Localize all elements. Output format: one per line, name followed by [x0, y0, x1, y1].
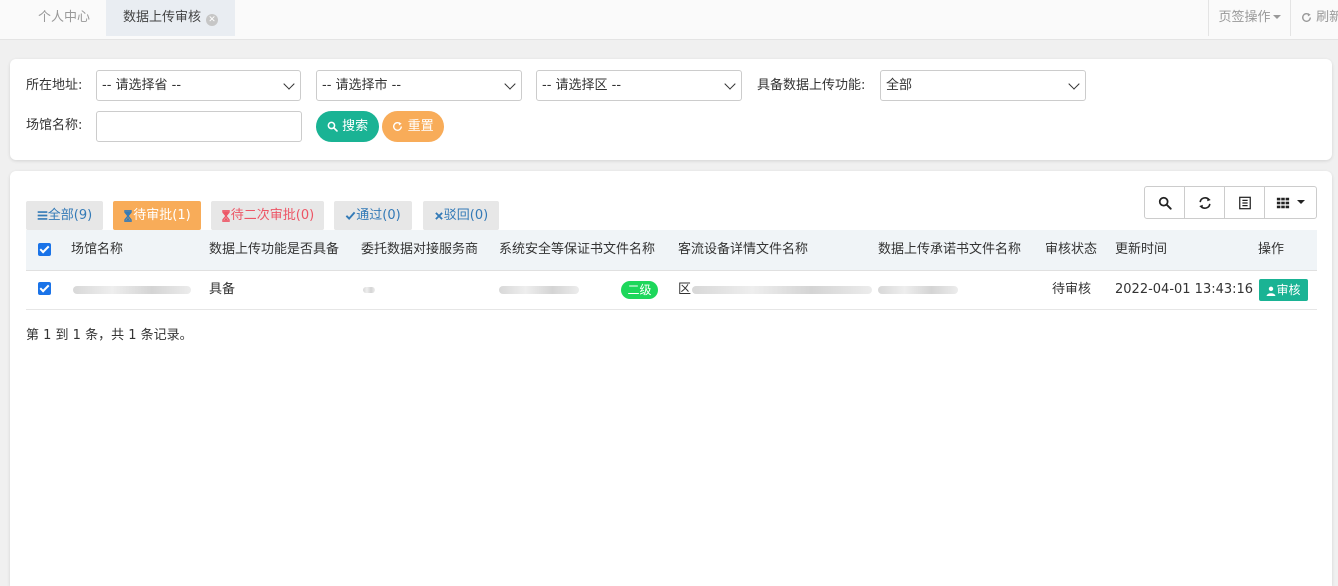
security-level-badge: 二级 [621, 281, 658, 299]
upload-capability-select[interactable]: 全部 [880, 70, 1086, 101]
page-tab-bar: 个人中心 数据上传审核 ✕ 页签操作 刷新 [0, 0, 1338, 40]
tab-personal-center[interactable]: 个人中心 [26, 0, 102, 36]
list-alt-icon [1238, 196, 1251, 209]
refresh-icon [1198, 196, 1211, 209]
refresh-icon [393, 122, 403, 131]
search-button-label: 搜索 [342, 119, 369, 134]
chevron-down-icon [504, 78, 516, 90]
district-value: -- 请选择区 -- [542, 78, 622, 93]
toolbar-search-button[interactable] [1144, 186, 1185, 219]
toolbar-toggle-view-button[interactable] [1224, 186, 1265, 219]
province-value: -- 请选择省 -- [102, 78, 182, 93]
search-button[interactable]: 搜索 [316, 111, 379, 142]
status-tab-label: 通过(0) [356, 208, 401, 223]
venue-name-blurred [73, 286, 191, 294]
status-tab-label: 待二次审批(0) [230, 208, 315, 223]
refresh-label: 刷新 [1316, 10, 1338, 25]
close-icon[interactable]: ✕ [206, 14, 218, 26]
city-select[interactable]: -- 请选择市 -- [316, 70, 522, 101]
column-header[interactable]: 系统安全等保证书文件名称 [499, 230, 655, 270]
tab-label: 个人中心 [37, 10, 90, 25]
status-cell: 待审核 [1052, 282, 1092, 297]
tab-data-upload-review[interactable]: 数据上传审核 ✕ [106, 0, 235, 36]
column-header[interactable]: 场馆名称 [71, 230, 123, 270]
reset-button[interactable]: 重置 [382, 111, 444, 142]
reset-button-label: 重置 [407, 119, 434, 134]
check-icon [345, 211, 356, 220]
venue-name-input[interactable] [96, 111, 302, 142]
device-file-blurred [692, 286, 872, 294]
toolbar-columns-dropdown[interactable] [1264, 186, 1317, 219]
cert-file-blurred [499, 286, 579, 294]
column-header[interactable]: 委托数据对接服务商 [361, 230, 478, 270]
chevron-down-icon [283, 78, 295, 90]
status-tab-all[interactable]: 全部(9) [26, 201, 103, 230]
status-tab-label: 驳回(0) [443, 208, 489, 223]
upload-capability-label: 具备数据上传功能: [757, 78, 866, 93]
audit-button-label: 审核 [1276, 283, 1301, 297]
column-header[interactable]: 审核状态 [1045, 230, 1097, 270]
list-icon [37, 211, 48, 220]
select-all-checkbox[interactable] [38, 243, 51, 256]
updated-time-cell: 2022-04-01 13:43:16 [1115, 282, 1254, 297]
search-icon [327, 121, 338, 132]
promise-file-blurred [878, 286, 958, 294]
hourglass-icon [222, 209, 230, 222]
page-ops-label: 页签操作 [1218, 10, 1271, 25]
table-row[interactable]: 具备 二级 区 待审核 2022-04-01 13:43:16 审核 [26, 271, 1317, 310]
address-label: 所在地址: [26, 78, 83, 93]
has-upload-cell: 具备 [209, 282, 236, 297]
column-header[interactable]: 客流设备详情文件名称 [678, 230, 808, 270]
status-tab-rejected[interactable]: 驳回(0) [423, 201, 499, 230]
chevron-down-icon [1068, 78, 1080, 90]
hourglass-icon [124, 209, 133, 222]
status-tab-second-review[interactable]: 待二次审批(0) [211, 201, 324, 230]
device-file-cell: 区 [678, 282, 692, 297]
status-tab-label: 待审批(1) [133, 208, 191, 223]
caret-down-icon [1272, 15, 1281, 19]
column-header[interactable]: 数据上传承诺书文件名称 [878, 230, 1021, 270]
row-checkbox[interactable] [38, 282, 51, 295]
status-tab-passed[interactable]: 通过(0) [334, 201, 412, 230]
refresh-icon [1302, 13, 1311, 22]
page-ops-dropdown[interactable]: 页签操作 [1208, 0, 1290, 36]
user-icon [1267, 286, 1276, 296]
column-header[interactable]: 更新时间 [1115, 230, 1167, 270]
column-header[interactable]: 操作 [1258, 230, 1284, 270]
status-tab-pending[interactable]: 待审批(1) [113, 201, 201, 230]
toolbar-refresh-button[interactable] [1184, 186, 1225, 219]
search-icon [1158, 196, 1172, 210]
status-tab-label: 全部(9) [47, 208, 93, 223]
grid-icon [1277, 197, 1290, 208]
chevron-down-icon [724, 78, 736, 90]
audit-button[interactable]: 审核 [1259, 279, 1308, 301]
upload-capability-value: 全部 [886, 78, 913, 93]
caret-down-icon [1296, 200, 1305, 204]
tab-label: 数据上传审核 [122, 10, 201, 25]
refresh-button[interactable]: 刷新 [1290, 0, 1338, 36]
province-select[interactable]: -- 请选择省 -- [96, 70, 301, 101]
city-value: -- 请选择市 -- [322, 78, 402, 93]
provider-blurred [363, 287, 375, 293]
district-select[interactable]: -- 请选择区 -- [536, 70, 742, 101]
venue-name-label: 场馆名称: [26, 118, 83, 133]
pagination-info: 第 1 到 1 条，共 1 条记录。 [26, 328, 193, 343]
table-header: 场馆名称 数据上传功能是否具备 委托数据对接服务商 系统安全等保证书文件名称 客… [26, 230, 1317, 271]
x-icon [434, 211, 443, 220]
column-header[interactable]: 数据上传功能是否具备 [209, 230, 339, 270]
